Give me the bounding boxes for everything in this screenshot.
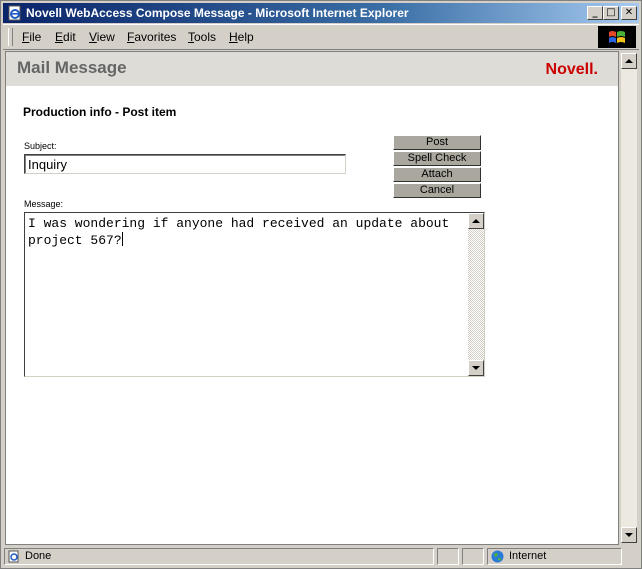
toolbar-grip[interactable] xyxy=(8,28,13,46)
spell-check-button[interactable]: Spell Check xyxy=(393,151,481,166)
menu-tools[interactable]: Tools xyxy=(188,30,216,44)
subject-label: Subject: xyxy=(24,141,57,151)
page-scroll-up-button[interactable] xyxy=(621,53,637,69)
page-title: Mail Message xyxy=(17,58,127,77)
message-scrollbar[interactable] xyxy=(468,213,484,376)
zone-text: Internet xyxy=(509,550,547,562)
maximize-button[interactable]: □ xyxy=(603,6,619,20)
page-scroll-down-button[interactable] xyxy=(621,527,637,543)
status-main-pane: Done xyxy=(4,548,434,565)
menu-bar: File Edit View Favorites Tools Help xyxy=(3,24,639,50)
globe-icon xyxy=(491,550,504,563)
page-content: Mail Message Novell. Production info - P… xyxy=(5,51,619,545)
title-bar: Novell WebAccess Compose Message - Micro… xyxy=(3,3,639,23)
menu-view[interactable]: View xyxy=(89,30,115,44)
post-button[interactable]: Post xyxy=(393,135,481,150)
status-pane-3 xyxy=(462,548,484,565)
close-button[interactable]: ✕ xyxy=(621,6,637,20)
message-label: Message: xyxy=(24,199,64,209)
status-bar: Done Internet xyxy=(3,547,639,567)
chevron-down-icon xyxy=(472,366,480,370)
menu-file[interactable]: File xyxy=(22,30,41,44)
subject-input[interactable] xyxy=(24,154,346,174)
novell-logo: Novell. xyxy=(545,61,598,78)
message-body[interactable]: I was wondering if anyone had received a… xyxy=(28,215,465,373)
section-heading: Production info - Post item xyxy=(23,105,177,119)
status-zone-pane: Internet xyxy=(487,548,622,565)
cancel-button[interactable]: Cancel xyxy=(393,183,481,198)
chevron-up-icon xyxy=(625,59,633,63)
chevron-up-icon xyxy=(472,219,480,223)
browser-window: Novell WebAccess Compose Message - Micro… xyxy=(0,0,642,569)
windows-logo-icon xyxy=(598,26,636,48)
message-textarea[interactable]: I was wondering if anyone had received a… xyxy=(24,212,485,377)
menu-edit[interactable]: Edit xyxy=(55,30,76,44)
page-scrollbar[interactable] xyxy=(621,53,637,543)
scroll-down-button[interactable] xyxy=(468,360,484,376)
minimize-button[interactable]: _ xyxy=(587,6,603,20)
menu-favorites[interactable]: Favorites xyxy=(127,30,176,44)
message-text: I was wondering if anyone had received a… xyxy=(28,216,450,248)
document-status-icon xyxy=(8,550,19,563)
status-text: Done xyxy=(25,550,52,562)
scroll-up-button[interactable] xyxy=(468,213,484,229)
ie-page-icon xyxy=(8,5,21,21)
attach-button[interactable]: Attach xyxy=(393,167,481,182)
menu-help[interactable]: Help xyxy=(229,30,254,44)
window-title: Novell WebAccess Compose Message - Micro… xyxy=(26,6,409,20)
text-caret xyxy=(121,232,123,246)
header-band: Mail Message Novell. xyxy=(6,52,618,86)
chevron-down-icon xyxy=(625,533,633,537)
status-pane-2 xyxy=(437,548,459,565)
